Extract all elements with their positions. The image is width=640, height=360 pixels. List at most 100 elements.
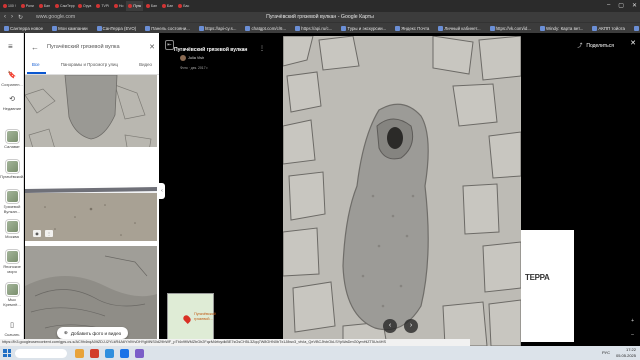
rail-item[interactable]: Грязевой Вулкан...: [0, 190, 24, 214]
bookmark-item[interactable]: Туры и экскурсии...: [341, 25, 386, 31]
rail-item[interactable]: 🔖 Сохранен...: [0, 71, 24, 87]
windows-start-icon[interactable]: [3, 349, 11, 357]
photo-controls: ◉ ⋮: [33, 230, 53, 237]
minimize-icon[interactable]: –: [607, 2, 610, 9]
photo-tabs: Все Панорамы и Просмотр улиц Видео: [25, 62, 159, 72]
back-icon[interactable]: ‹: [4, 14, 6, 20]
url-field[interactable]: www.google.com: [36, 14, 75, 20]
avatar: [180, 55, 186, 61]
close-viewer-icon[interactable]: ✕: [630, 39, 636, 47]
zoom-out-icon[interactable]: –: [631, 332, 634, 338]
bookmark-item[interactable]: https://roundcub...: [633, 25, 640, 31]
bookmark-item[interactable]: Личный кабинет...: [438, 25, 481, 31]
language-indicator[interactable]: РУС: [602, 350, 610, 355]
tab-favicon-icon: [128, 4, 133, 8]
browser-tab[interactable]: Бас: [176, 1, 191, 11]
place-thumbnail: [5, 160, 19, 173]
main-photo[interactable]: [283, 36, 521, 346]
clock[interactable]: 17:22 05.05.2025: [616, 347, 636, 358]
menu-icon[interactable]: ≡: [8, 42, 13, 51]
viewer-side-controls: + –: [631, 318, 634, 338]
collapse-panel-button[interactable]: ‹: [159, 183, 165, 199]
tab-label: 100 !: [8, 4, 16, 8]
browser-tab[interactable]: Бан: [144, 1, 159, 11]
chrome-icon[interactable]: [120, 348, 129, 358]
bookmark-item[interactable]: https://api.ru/c...: [295, 25, 332, 31]
photo-author[interactable]: Julia Vish: [180, 55, 204, 61]
tab-all[interactable]: Все: [32, 62, 40, 72]
tab-favicon-icon: [113, 4, 118, 8]
rail-item[interactable]: Пугачёвский...: [0, 160, 26, 179]
bookmark-item[interactable]: Панель состояни...: [145, 25, 190, 31]
browser-tab[interactable]: TVPi: [94, 1, 111, 11]
maximize-icon[interactable]: ▢: [618, 2, 624, 9]
tab-video[interactable]: Видео: [139, 62, 152, 72]
bookmark-item[interactable]: Мои кампании: [52, 25, 88, 31]
bookmark-favicon-icon: [52, 25, 58, 31]
bookmark-item[interactable]: https://api-cy.s...: [198, 25, 236, 31]
app-icon[interactable]: [135, 348, 144, 358]
page-title: Пугачёвский грязевой вулкан - Google Кар…: [266, 14, 374, 20]
bookmark-item[interactable]: chatgpt.com/c/6...: [245, 25, 286, 31]
tab-favicon-icon: [96, 4, 101, 8]
left-rail: ≡ 🔖 Сохранен... ⟲ Недавние Салават Пугачёвски…: [0, 33, 26, 346]
forward-icon[interactable]: ›: [11, 14, 13, 20]
photo-thumbnail[interactable]: [25, 147, 157, 241]
bookmark-favicon-icon: [245, 25, 251, 31]
browser-icon[interactable]: [90, 348, 99, 358]
tab-favicon-icon: [78, 4, 83, 8]
browser-tab[interactable]: Но: [112, 1, 125, 11]
search-input[interactable]: Пугачёвский грязевой вулка: [47, 44, 149, 50]
share-control[interactable]: ⤴ Поделиться: [577, 42, 614, 50]
bookmark-label: СанТерра (EVO): [102, 25, 137, 31]
tab-panoramas[interactable]: Панорамы и Просмотр улиц: [61, 62, 118, 72]
add-photo-button[interactable]: ⊕ Добавить фото и видео: [57, 327, 129, 339]
browser-tab[interactable]: Роли: [19, 1, 36, 11]
bookmark-label: Яндекс Почта: [401, 25, 430, 31]
browser-tab[interactable]: Бан: [37, 1, 52, 11]
camera-icon[interactable]: ◉: [33, 230, 41, 237]
bookmark-favicon-icon: [539, 25, 545, 31]
browser-tab[interactable]: СамТерр: [53, 1, 75, 11]
bookmark-item[interactable]: Windy: Карта вет...: [539, 25, 583, 31]
more-options-icon[interactable]: ⋮: [259, 45, 265, 52]
bookmark-item[interactable]: https://vk.com/id...: [489, 25, 531, 31]
bookmark-item[interactable]: Яндекс Почта: [395, 25, 430, 31]
bookmark-icon: 🔖: [7, 72, 17, 79]
bookmark-item[interactable]: АКПП тойота: [592, 25, 625, 31]
rail-item[interactable]: Москва: [0, 220, 24, 239]
taskbar-apps: [75, 348, 144, 358]
browser-tab[interactable]: Оруа: [76, 1, 93, 11]
tab-divider: [25, 73, 159, 74]
photo-place-title[interactable]: Пугачёвский грязевой вулкан: [174, 47, 247, 53]
bookmark-item[interactable]: Сантерра новое: [4, 25, 43, 31]
previous-photo-button[interactable]: ‹: [383, 319, 397, 333]
browser-tab[interactable]: Бан: [160, 1, 175, 11]
telegram-icon[interactable]: [105, 348, 114, 358]
bookmark-item[interactable]: СанТерра (EVO): [96, 25, 137, 31]
browser-tab[interactable]: Пуга: [126, 1, 143, 11]
back-to-list-icon[interactable]: ⇤: [165, 40, 174, 50]
more-icon[interactable]: ⋮: [45, 230, 53, 237]
reload-icon[interactable]: ↻: [18, 14, 23, 21]
next-photo-button[interactable]: ›: [404, 319, 418, 333]
promo-banner[interactable]: ТЕРРА: [521, 230, 574, 342]
minimap[interactable]: Пугачёвский грязевой...: [167, 293, 216, 340]
rail-item[interactable]: Мыс Кремлё...: [0, 283, 24, 307]
tab-favicon-icon: [3, 4, 7, 8]
zoom-in-icon[interactable]: +: [631, 318, 634, 324]
explorer-icon[interactable]: [75, 348, 84, 358]
rail-item-label: Недавние: [2, 106, 22, 111]
bookmark-favicon-icon: [145, 25, 151, 31]
back-arrow-icon[interactable]: ←: [31, 43, 39, 52]
taskbar-search[interactable]: [15, 348, 67, 358]
search-box: ← Пугачёвский грязевой вулка ✕: [31, 40, 155, 54]
phone-icon: ▯: [10, 322, 14, 329]
rail-item[interactable]: ⟲ Недавние: [0, 95, 24, 111]
clear-search-icon[interactable]: ✕: [149, 43, 155, 51]
place-thumbnail: [5, 250, 19, 263]
rail-item[interactable]: Салават: [0, 130, 24, 149]
browser-tab[interactable]: 100 !: [1, 1, 18, 11]
rail-item[interactable]: Японские моря: [0, 250, 24, 274]
close-icon[interactable]: ✕: [632, 2, 637, 9]
